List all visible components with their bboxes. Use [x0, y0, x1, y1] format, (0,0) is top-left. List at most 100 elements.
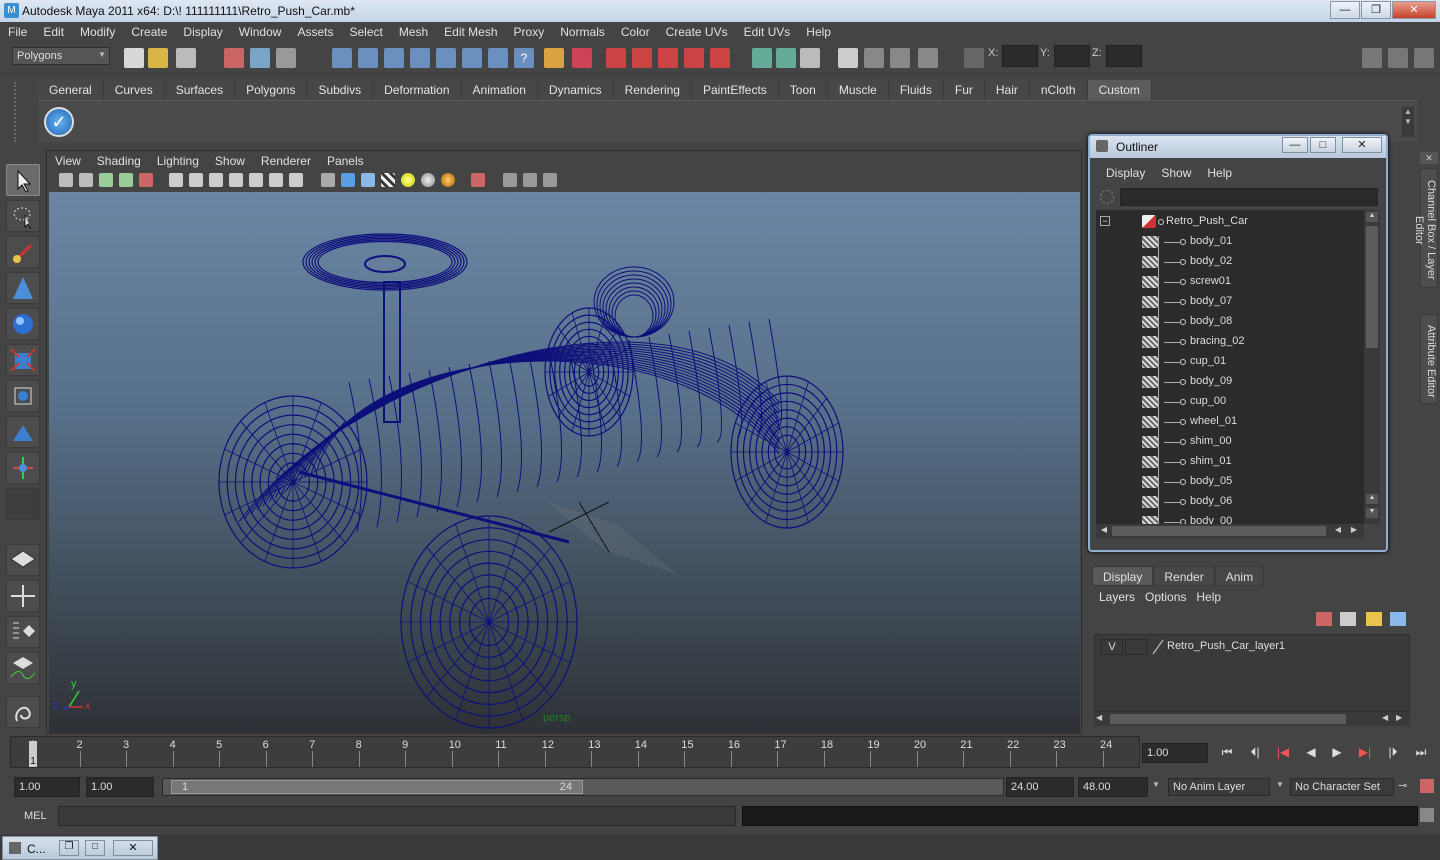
go-to-end-icon[interactable]: ⏭ — [1410, 745, 1432, 763]
menu-edit[interactable]: Edit — [35, 22, 72, 42]
mel-label[interactable]: MEL — [24, 810, 47, 822]
menu-assets[interactable]: Assets — [289, 22, 341, 42]
paint-select-tool-icon[interactable] — [6, 236, 40, 268]
layer-color-slash-icon[interactable] — [1151, 639, 1165, 655]
outliner-item[interactable]: cup_00 — [1096, 392, 1356, 412]
construction-history-icon[interactable] — [606, 48, 626, 68]
layer-menu-options[interactable]: Options — [1140, 590, 1191, 604]
resolution-gate-icon[interactable] — [209, 173, 223, 187]
isolate-select-icon[interactable] — [471, 173, 485, 187]
shelf-grip-icon[interactable] — [14, 82, 26, 142]
help-icon[interactable]: ? — [514, 48, 534, 68]
restore-icon[interactable]: ❐ — [59, 840, 79, 856]
bookmark-icon[interactable] — [99, 173, 113, 187]
scroll-thumb[interactable] — [1366, 226, 1378, 348]
shelf-tab-animation[interactable]: Animation — [461, 80, 538, 100]
viewport-menu-view[interactable]: View — [47, 151, 89, 171]
show-tool-settings-icon[interactable] — [1388, 48, 1408, 68]
new-scene-icon[interactable] — [124, 48, 144, 68]
layer-scroll-left-icon[interactable]: ◀ — [1096, 713, 1102, 722]
ipr-render-icon[interactable] — [658, 48, 678, 68]
hscroll-thumb[interactable] — [1112, 526, 1326, 536]
layer-row[interactable]: V Retro_Push_Car_layer1 — [1099, 639, 1407, 657]
tab-channel-box[interactable]: Channel Box / Layer Editor — [1413, 168, 1438, 288]
outliner-item[interactable]: body_08 — [1096, 312, 1356, 332]
outliner-menu-show[interactable]: Show — [1153, 166, 1199, 180]
tab-attribute-editor[interactable]: Attribute Editor — [1420, 314, 1438, 404]
character-set-menu-icon[interactable]: ▼ — [1276, 780, 1284, 789]
character-set-dropdown[interactable]: No Character Set — [1290, 778, 1394, 796]
menu-select[interactable]: Select — [341, 22, 390, 42]
range-slider-handle[interactable]: 1 24 — [171, 780, 583, 794]
outliner-layout-icon[interactable] — [6, 616, 40, 648]
outliner-item[interactable]: body_02 — [1096, 252, 1356, 272]
outliner-vertical-scrollbar[interactable]: ▲ ▲ ▼ — [1364, 210, 1380, 524]
mask2-icon[interactable] — [488, 48, 508, 68]
outliner-item[interactable]: bracing_02 — [1096, 332, 1356, 352]
outliner-menu-help[interactable]: Help — [1199, 166, 1240, 180]
playback-start-field[interactable]: 1.00 — [86, 777, 154, 797]
hypershade-icon[interactable] — [710, 48, 730, 68]
shelf-tab-general[interactable]: General — [38, 80, 104, 100]
scroll-left-icon[interactable]: ◀ — [1098, 525, 1110, 537]
save-scene-icon[interactable] — [176, 48, 196, 68]
quick-layout-icon[interactable] — [6, 696, 40, 728]
layer-scroll-right-icon[interactable]: ▶ — [1396, 713, 1402, 722]
menu-window[interactable]: Window — [231, 22, 290, 42]
shelf-tab-painteffects[interactable]: PaintEffects — [691, 80, 779, 100]
hud-icon[interactable] — [543, 173, 557, 187]
playback-end-field[interactable]: 24.00 — [1006, 777, 1074, 797]
scroll-up-small-icon[interactable]: ▲ — [1366, 494, 1378, 504]
shelf-tab-toon[interactable]: Toon — [778, 80, 828, 100]
step-back-key-icon[interactable]: |◀ — [1272, 745, 1294, 763]
layer-tab-render[interactable]: Render — [1153, 566, 1215, 586]
outliner-root-item[interactable]: − Retro_Push_Car — [1096, 212, 1356, 232]
outliner-horizontal-scrollbar[interactable]: ◀ ◀ ▶ — [1096, 524, 1364, 538]
layer-playback-toggle[interactable] — [1125, 639, 1147, 655]
safe-action-icon[interactable] — [269, 173, 283, 187]
outliner-item[interactable]: body_05 — [1096, 472, 1356, 492]
camera-attributes-icon[interactable] — [79, 173, 93, 187]
close-button[interactable]: ✕ — [1392, 1, 1436, 19]
layer-tab-anim[interactable]: Anim — [1214, 566, 1265, 586]
filter-lasso-icon[interactable] — [1100, 190, 1114, 204]
script-editor-icon[interactable] — [800, 48, 820, 68]
select-hierarchy-icon[interactable] — [224, 48, 244, 68]
manipulator-tool-icon[interactable] — [6, 380, 40, 412]
menu-create-uvs[interactable]: Create UVs — [658, 22, 736, 42]
selection-highlight-icon[interactable] — [572, 48, 592, 68]
start-time-field[interactable]: 1.00 — [14, 777, 80, 797]
scroll-right-icon[interactable]: ▶ — [1348, 525, 1360, 537]
menu-set-dropdown[interactable]: Polygons — [12, 47, 110, 65]
end-time-field[interactable]: 48.00 — [1078, 777, 1148, 797]
layer-hscroll-thumb[interactable] — [1110, 714, 1346, 724]
layer-visibility-toggle[interactable]: V — [1101, 639, 1123, 655]
single-view-layout-icon[interactable] — [6, 544, 40, 576]
wireframe-icon[interactable] — [321, 173, 335, 187]
shelf-tab-fluids[interactable]: Fluids — [888, 80, 944, 100]
shelf-tab-deformation[interactable]: Deformation — [373, 80, 462, 100]
camera-select-icon[interactable] — [59, 173, 73, 187]
select-component-icon[interactable] — [276, 48, 296, 68]
move-tool-icon[interactable] — [6, 272, 40, 304]
outliner-item[interactable]: body_09 — [1096, 372, 1356, 392]
close-side-panel-icon[interactable]: ✕ — [1420, 152, 1438, 164]
graph-editor-layout-icon[interactable] — [6, 652, 40, 684]
show-manipulator-tool-icon[interactable] — [6, 452, 40, 484]
menu-file[interactable]: File — [0, 22, 35, 42]
four-view-layout-icon[interactable] — [6, 580, 40, 612]
maximize-button[interactable]: ❐ — [1361, 1, 1391, 19]
maximize-small-icon[interactable]: □ — [85, 840, 105, 856]
film-gate-icon[interactable] — [189, 173, 203, 187]
show-attribute-editor-icon[interactable] — [1414, 48, 1434, 68]
shelf-tab-custom[interactable]: Custom — [1087, 80, 1152, 100]
layer-menu-help[interactable]: Help — [1191, 590, 1226, 604]
move-layer-down-icon[interactable] — [1340, 612, 1356, 626]
menu-create[interactable]: Create — [123, 22, 175, 42]
mask-icon[interactable] — [462, 48, 482, 68]
shadows-icon[interactable] — [421, 173, 435, 187]
layer-editor-icon[interactable] — [918, 48, 938, 68]
outliner-item[interactable]: shim_01 — [1096, 452, 1356, 472]
panel-layout-icon[interactable] — [752, 48, 772, 68]
collapse-icon[interactable]: − — [1100, 216, 1110, 226]
